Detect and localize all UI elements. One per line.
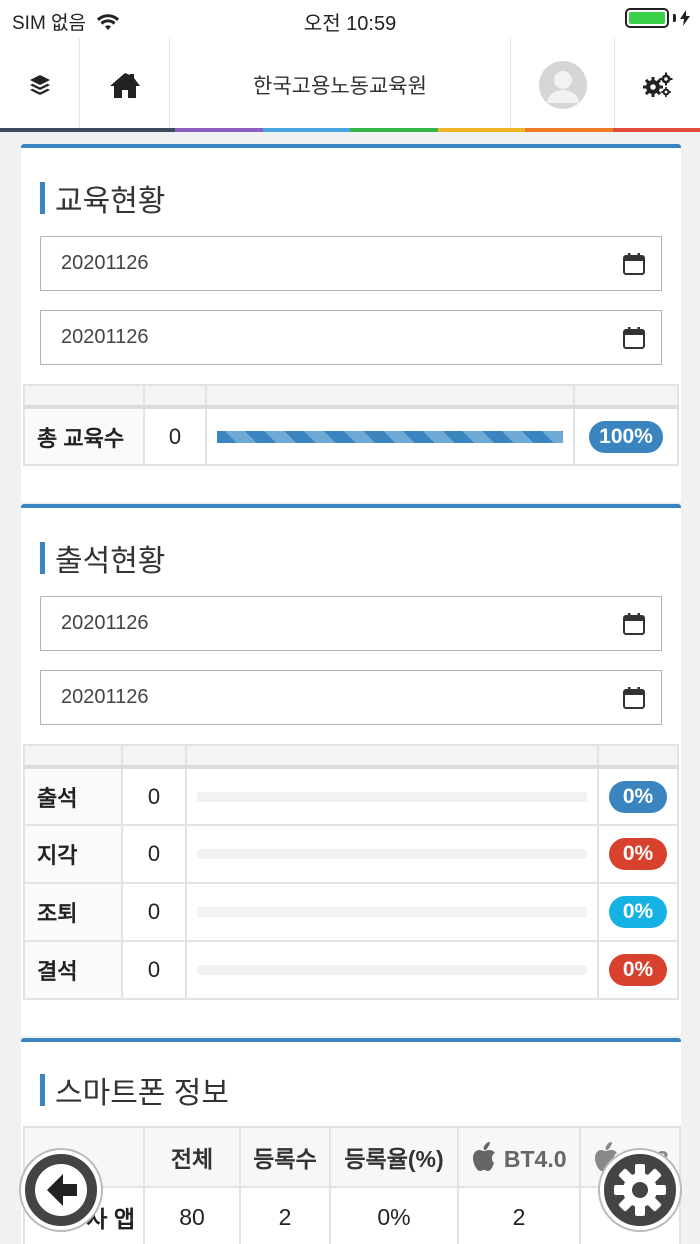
calendar-icon[interactable] <box>622 252 646 276</box>
attendance-table: 출석 0 0% 지각 0 0% 조퇴 0 0% 결석 0 0% <box>23 744 679 1000</box>
attendance-panel: 출석현황 20201126 20201126 출석 0 0% 지각 0 0% 조… <box>21 504 681 1036</box>
date-value: 20201126 <box>61 326 149 348</box>
percent-badge: 0% <box>609 838 667 870</box>
row-label: 결석 <box>23 940 123 1000</box>
row-count: 0 <box>143 406 207 466</box>
percent-badge: 100% <box>589 420 663 453</box>
column-header: 등록수 <box>239 1126 331 1188</box>
gear-icon <box>614 1164 666 1216</box>
settings-fab[interactable] <box>600 1150 680 1230</box>
date-value: 20201126 <box>61 612 149 634</box>
cell-total: 80 <box>143 1186 241 1244</box>
row-label: 출석 <box>23 766 123 826</box>
layers-icon <box>29 74 50 95</box>
calendar-icon[interactable] <box>622 612 646 636</box>
gears-icon <box>642 72 672 97</box>
color-segment <box>0 128 88 132</box>
smartphone-title: 스마트폰 정보 <box>40 1068 229 1112</box>
row-count: 0 <box>121 766 187 826</box>
home-button[interactable] <box>80 38 170 131</box>
column-header: 등록율(%) <box>329 1126 459 1188</box>
calendar-icon[interactable] <box>622 326 646 350</box>
color-segment <box>612 128 700 132</box>
home-icon <box>109 72 140 98</box>
education-end-date-input[interactable]: 20201126 <box>40 310 662 365</box>
table-row: 출석 0 0% <box>23 766 679 826</box>
back-arrow-icon <box>35 1164 87 1216</box>
column-header-bt40: BT4.0 <box>457 1126 581 1188</box>
status-bar: SIM 없음 오전 10:59 <box>0 0 700 38</box>
apple-icon <box>473 1141 496 1171</box>
row-count: 0 <box>121 940 187 1000</box>
smartphone-table: 전체 등록수 등록율(%) BT4.0 BT3 사 앱 80 2 0% 2 <box>23 1126 681 1244</box>
progress-track <box>197 965 587 975</box>
table-row: 지각 0 0% <box>23 824 679 884</box>
color-segment <box>437 128 525 132</box>
row-count: 0 <box>121 882 187 942</box>
row-label: 조퇴 <box>23 882 123 942</box>
progress-bar <box>217 430 563 443</box>
attendance-start-date-input[interactable]: 20201126 <box>40 596 662 651</box>
menu-button[interactable] <box>0 38 80 131</box>
table-header-row: 전체 등록수 등록율(%) BT4.0 BT3 <box>23 1126 681 1188</box>
progress-track <box>197 791 587 802</box>
color-segment <box>525 128 613 132</box>
cell-bt40: 2 <box>457 1186 581 1244</box>
color-segment <box>175 128 263 132</box>
avatar <box>538 60 587 109</box>
table-row: 결석 0 0% <box>23 940 679 1000</box>
battery-icon <box>625 8 690 28</box>
education-panel: 교육현황 20201126 20201126 총 교육수 0 100% <box>21 144 681 502</box>
attendance-title: 출석현황 <box>40 536 165 580</box>
nav-color-strip <box>0 128 700 132</box>
row-count: 0 <box>121 824 187 884</box>
top-navbar: 한국고용노동교육원 <box>0 38 700 132</box>
clock: 오전 10:59 <box>303 13 397 35</box>
smartphone-panel: 스마트폰 정보 전체 등록수 등록율(%) BT4.0 BT3 사 앱 80 2… <box>21 1038 681 1244</box>
cell-rate: 0% <box>329 1186 459 1244</box>
profile-button[interactable] <box>510 38 615 131</box>
back-button[interactable] <box>21 1150 101 1230</box>
table-row: 조퇴 0 0% <box>23 882 679 942</box>
education-table: 총 교육수 0 100% <box>23 384 679 466</box>
education-start-date-input[interactable]: 20201126 <box>40 236 662 291</box>
color-segment <box>87 128 175 132</box>
education-title: 교육현황 <box>40 176 165 220</box>
date-value: 20201126 <box>61 252 149 274</box>
date-value: 20201126 <box>61 686 149 708</box>
percent-badge: 0% <box>609 780 667 813</box>
column-header: 전체 <box>143 1126 241 1188</box>
attendance-end-date-input[interactable]: 20201126 <box>40 670 662 725</box>
percent-badge: 0% <box>609 896 667 928</box>
progress-track <box>197 907 587 917</box>
color-segment <box>350 128 438 132</box>
table-row: 사 앱 80 2 0% 2 <box>23 1186 681 1244</box>
charging-icon <box>680 10 690 26</box>
percent-badge: 0% <box>609 954 667 986</box>
settings-button[interactable] <box>615 38 700 131</box>
progress-track <box>197 849 587 859</box>
row-label: 지각 <box>23 824 123 884</box>
calendar-icon[interactable] <box>622 686 646 710</box>
cell-registered: 2 <box>239 1186 331 1244</box>
app-title: 한국고용노동교육원 <box>253 74 427 98</box>
color-segment <box>262 128 350 132</box>
table-row: 총 교육수 0 100% <box>23 406 679 466</box>
row-label: 총 교육수 <box>23 406 145 466</box>
